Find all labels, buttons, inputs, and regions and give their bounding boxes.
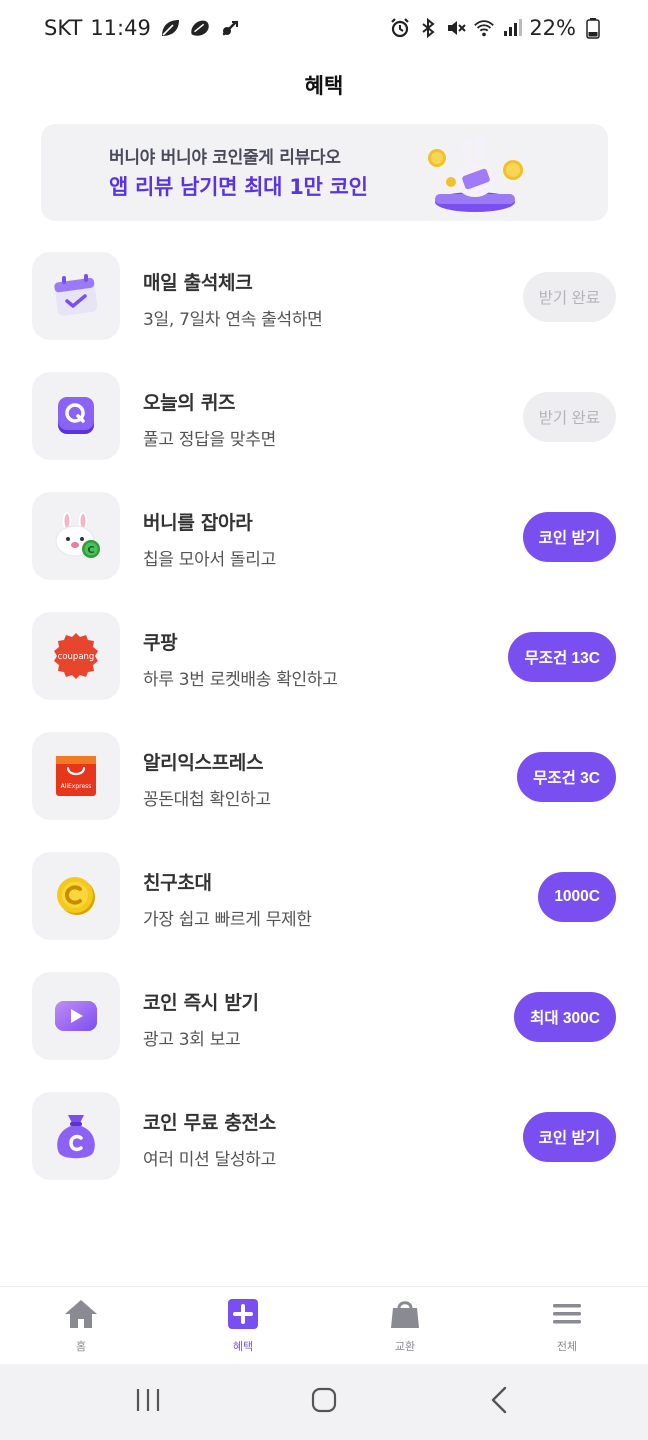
shopping-bag-icon [389,1298,421,1334]
benefit-instant-coin[interactable]: 코인 즉시 받기 광고 3회 보고 최대 300C [0,972,648,1062]
get-coin-button[interactable]: 코인 받기 [522,512,616,562]
back-button[interactable] [470,1377,530,1427]
receive-done-button[interactable]: 받기 완료 [522,272,616,322]
no-bluetooth-like-icon [219,17,241,39]
calendar-check-icon [32,252,120,340]
benefit-catch-bunny[interactable]: C 버니를 잡아라 칩을 모아서 돌리고 코인 받기 [0,492,648,582]
instant-coin-button[interactable]: 최대 300C [514,992,616,1042]
banner-subtitle: 버니야 버니야 코인줄게 리뷰다오 [109,148,341,168]
coupang-logo-icon: coupang [32,612,120,700]
bluetooth-icon [417,17,439,39]
benefit-title: 매일 출석체크 [143,272,253,294]
invite-coin-button[interactable]: 1000C [538,872,616,922]
nav-all-label: 전체 [556,1339,578,1353]
battery-icon [582,17,604,39]
home-icon [63,1298,99,1334]
benefit-invite-friend[interactable]: 친구초대 가장 쉽고 빠르게 무제한 1000C [0,852,648,942]
receive-done-button[interactable]: 받기 완료 [522,392,616,442]
wifi-icon [473,17,495,39]
coupang-coin-button[interactable]: 무조건 13C [508,632,616,682]
recent-apps-button[interactable] [118,1377,178,1427]
page-title: 혜택 [304,74,344,98]
app-header: 혜택 [0,56,648,114]
benefit-coupang[interactable]: coupang 쿠팡 하루 3번 로켓배송 확인하고 무조건 13C [0,612,648,702]
benefit-subtitle: 풀고 정답을 맞추면 [143,430,276,450]
benefit-title: 쿠팡 [143,632,178,654]
benefit-charging-station[interactable]: 코인 무료 충전소 여러 미션 달성하고 코인 받기 [0,1092,648,1182]
plus-square-icon [227,1298,259,1334]
nav-all[interactable]: 전체 [486,1287,648,1364]
benefit-aliexpress[interactable]: AliExpress 알리익스프레스 꽁돈대첩 확인하고 무조건 3C [0,732,648,822]
get-coin-button[interactable]: 코인 받기 [522,1112,616,1162]
nav-exchange-label: 교환 [394,1339,416,1353]
video-play-icon [32,972,120,1060]
system-nav-bar [0,1364,648,1440]
carrier-label: SKT [44,16,83,40]
alarm-icon [389,17,411,39]
menu-icon [551,1298,583,1334]
benefit-subtitle: 칩을 모아서 돌리고 [143,550,276,570]
battery-label: 22% [529,16,576,40]
benefit-quiz[interactable]: 오늘의 퀴즈 풀고 정답을 맞추면 받기 완료 [0,372,648,462]
bunny-icon: C [32,492,120,580]
time-label: 11:49 [90,16,151,40]
aliexpress-logo-text: AliExpress [61,783,92,790]
benefit-subtitle: 가장 쉽고 빠르게 무제한 [143,910,312,930]
benefit-attendance[interactable]: 매일 출석체크 3일, 7일차 연속 출석하면 받기 완료 [0,252,648,342]
coin-bag-icon [32,1092,120,1180]
recent-apps-icon [134,1386,162,1418]
benefit-title: 코인 즉시 받기 [143,992,259,1014]
home-circle-icon [310,1386,338,1418]
mute-icon [445,17,467,39]
signal-icon [501,17,523,39]
review-banner[interactable]: 버니야 버니야 코인줄게 리뷰다오 앱 리뷰 남기면 최대 1만 코인 [41,124,608,221]
bottom-nav: 홈 혜택 교환 전체 [0,1286,648,1364]
nav-home[interactable]: 홈 [0,1287,162,1364]
benefit-subtitle: 꽁돈대첩 확인하고 [143,790,271,810]
aliexpress-logo-icon: AliExpress [32,732,120,820]
banner-title: 앱 리뷰 남기면 최대 1만 코인 [109,175,368,199]
benefit-title: 오늘의 퀴즈 [143,392,236,414]
nav-home-label: 홈 [75,1339,87,1353]
bunny-coins-illustration [425,132,525,216]
leaf-icon [159,17,181,39]
benefit-subtitle: 광고 3회 보고 [143,1030,241,1050]
coupang-logo-text: coupang [58,652,95,662]
status-bar: SKT 11:49 22% [0,0,648,56]
back-chevron-icon [486,1386,514,1418]
gold-coin-icon [32,852,120,940]
status-right: 22% [389,16,604,40]
cloud-leaf-icon [189,17,211,39]
svg-text:C: C [87,545,94,556]
quiz-q-icon [32,372,120,460]
benefit-title: 알리익스프레스 [143,752,264,774]
aliexpress-coin-button[interactable]: 무조건 3C [517,752,616,802]
benefit-subtitle: 하루 3번 로켓배송 확인하고 [143,670,338,690]
benefit-title: 버니를 잡아라 [143,512,253,534]
benefit-title: 친구초대 [143,872,212,894]
nav-exchange[interactable]: 교환 [324,1287,486,1364]
status-left: SKT 11:49 [44,16,241,40]
nav-benefits[interactable]: 혜택 [162,1287,324,1364]
nav-benefits-label: 혜택 [232,1339,254,1353]
benefit-subtitle: 여러 미션 달성하고 [143,1150,276,1170]
benefit-title: 코인 무료 충전소 [143,1112,276,1134]
benefit-subtitle: 3일, 7일차 연속 출석하면 [143,310,323,330]
home-button[interactable] [294,1377,354,1427]
